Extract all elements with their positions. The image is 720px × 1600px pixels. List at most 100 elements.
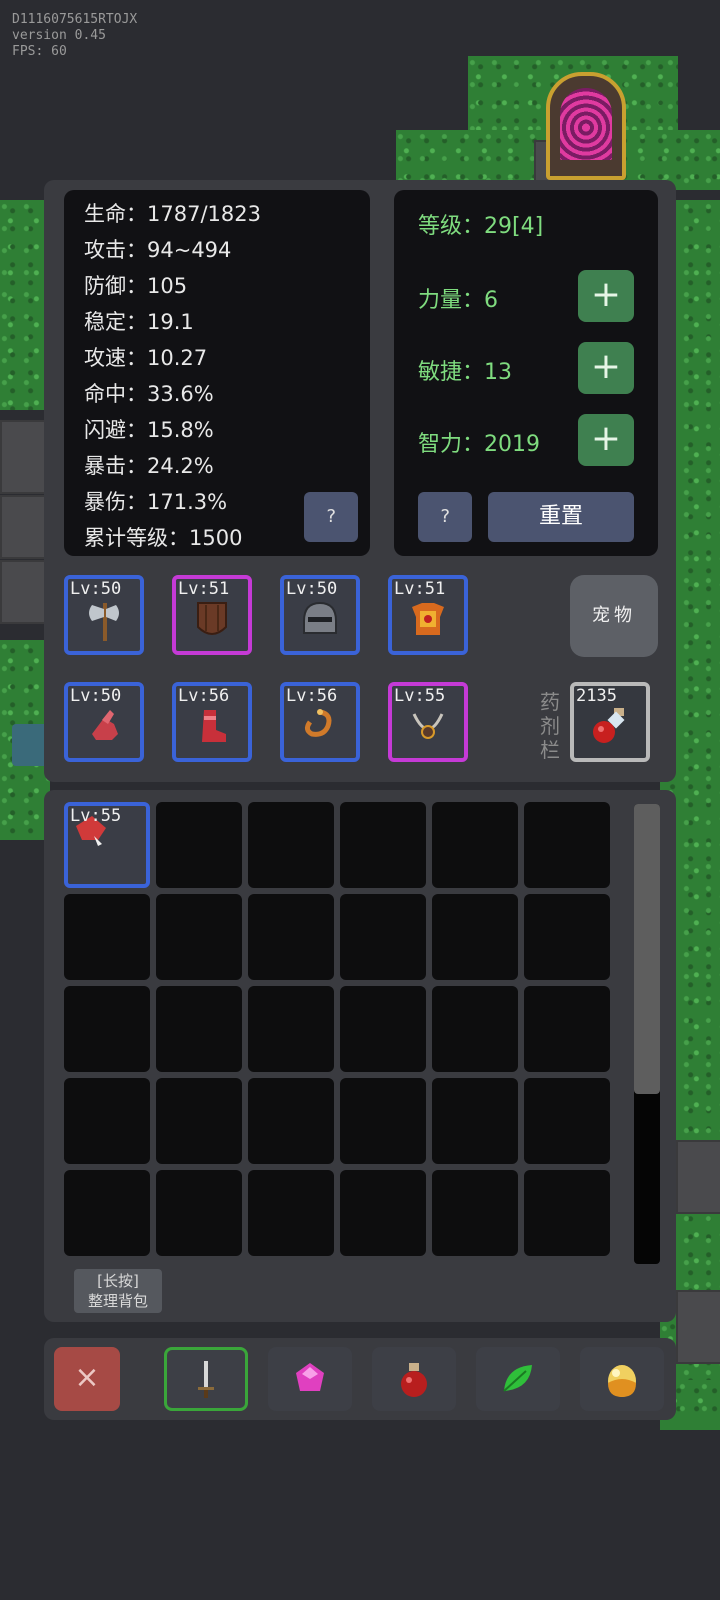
stat-label: 防御 xyxy=(84,274,126,298)
sort-hint: [长按] xyxy=(97,1272,139,1290)
stat-line: 闪避：15.8% xyxy=(84,418,214,442)
tab-sword[interactable] xyxy=(164,1347,248,1411)
inventory-slot[interactable] xyxy=(156,1078,242,1164)
inventory-slot[interactable] xyxy=(64,894,150,980)
tab-potion[interactable] xyxy=(372,1347,456,1411)
ring-icon xyxy=(304,709,332,738)
potion-bar-label: 药剂栏 xyxy=(540,690,560,762)
equipment-slot[interactable]: Lv:55 xyxy=(388,682,468,762)
grass-tile xyxy=(0,200,50,410)
inventory-slot[interactable] xyxy=(64,986,150,1072)
equipment-slot[interactable]: Lv:50 xyxy=(64,575,144,655)
equipment-slot[interactable]: Lv:56 xyxy=(280,682,360,762)
scrollbar-thumb[interactable] xyxy=(634,804,660,1094)
item-level: Lv:55 xyxy=(394,686,446,706)
intellect-plus-button[interactable]: + xyxy=(578,414,634,466)
gloves-icon xyxy=(92,710,118,741)
strength-value: 6 xyxy=(484,288,499,313)
stat-label: 稳定 xyxy=(84,310,126,334)
portal xyxy=(546,72,626,180)
inventory-slot[interactable] xyxy=(340,1170,426,1256)
potion-slot[interactable]: 2135 xyxy=(570,682,650,762)
inventory-slot[interactable] xyxy=(432,986,518,1072)
inventory-slot[interactable] xyxy=(340,1078,426,1164)
inventory-slot[interactable] xyxy=(524,986,610,1072)
level-label: 等级 xyxy=(418,214,463,239)
inventory-slot[interactable] xyxy=(432,802,518,888)
stat-value: 171.3% xyxy=(147,490,228,514)
equipment-slot[interactable]: Lv:56 xyxy=(172,682,252,762)
inventory-slot[interactable] xyxy=(248,802,334,888)
inventory-slot[interactable]: Lv:55 xyxy=(64,802,150,888)
inventory-slot[interactable] xyxy=(64,1078,150,1164)
potion-count: 2135 xyxy=(576,686,617,706)
item-level: Lv:55 xyxy=(70,806,122,826)
equipment-slot[interactable]: Lv:50 xyxy=(280,575,360,655)
tab-egg[interactable] xyxy=(580,1347,664,1411)
armor-icon xyxy=(412,603,444,636)
inventory-slot[interactable] xyxy=(524,1170,610,1256)
sort-bag-button[interactable]: [长按] 整理背包 xyxy=(74,1269,162,1313)
stone-tile xyxy=(0,495,48,559)
stats-help-button[interactable]: ? xyxy=(304,492,358,542)
stat-line: 命中：33.6% xyxy=(84,382,214,406)
stat-line: 暴击：24.2% xyxy=(84,454,214,478)
inventory-slot[interactable] xyxy=(432,894,518,980)
debug-id: D1116075615RTOJX xyxy=(12,12,138,27)
intellect-label: 智力 xyxy=(418,432,463,457)
equipment-slot[interactable]: Lv:50 xyxy=(64,682,144,762)
stone-tile xyxy=(676,1290,720,1364)
agility-plus-button[interactable]: + xyxy=(578,342,634,394)
stat-line: 暴伤：171.3% xyxy=(84,490,228,514)
equipment-slot[interactable]: Lv:51 xyxy=(388,575,468,655)
intellect-line: 智力：2019 xyxy=(418,432,541,457)
sword-icon xyxy=(198,1361,214,1398)
shield-icon xyxy=(197,602,227,636)
strength-label: 力量 xyxy=(418,288,463,313)
inventory-slot[interactable] xyxy=(156,802,242,888)
item-level: Lv:50 xyxy=(70,579,122,599)
inventory-slot[interactable] xyxy=(248,1170,334,1256)
attributes-help-button[interactable]: ? xyxy=(418,492,472,542)
debug-version: version 0.45 xyxy=(12,28,106,43)
inventory-slot[interactable] xyxy=(340,894,426,980)
inventory-slot[interactable] xyxy=(432,1078,518,1164)
stat-label: 攻速 xyxy=(84,346,126,370)
inventory-slot[interactable] xyxy=(64,1170,150,1256)
debug-info: D1116075615RTOJX version 0.45 FPS: 60 xyxy=(12,12,137,60)
inventory-slot[interactable] xyxy=(156,894,242,980)
inventory-slot[interactable] xyxy=(340,986,426,1072)
inventory-slot[interactable] xyxy=(524,894,610,980)
pet-button[interactable]: 宠物 xyxy=(570,575,658,657)
stat-line: 防御：105 xyxy=(84,274,188,298)
inventory-slot[interactable] xyxy=(524,1078,610,1164)
stat-line: 稳定：19.1 xyxy=(84,310,194,334)
agility-value: 13 xyxy=(484,360,513,385)
stat-label: 命中 xyxy=(84,382,126,406)
tab-leaf[interactable] xyxy=(476,1347,560,1411)
item-level: Lv:56 xyxy=(178,686,230,706)
axe-icon xyxy=(89,603,119,642)
red-potion-icon xyxy=(593,708,625,744)
inventory-slot[interactable] xyxy=(156,986,242,1072)
agility-label: 敏捷 xyxy=(418,360,463,385)
item-level: Lv:56 xyxy=(286,686,338,706)
inventory-slot[interactable] xyxy=(248,1078,334,1164)
gem-icon xyxy=(296,1363,324,1391)
close-button[interactable]: × xyxy=(54,1347,120,1411)
inventory-slot[interactable] xyxy=(156,1170,242,1256)
inventory-scrollbar[interactable] xyxy=(634,804,660,1264)
tab-gem[interactable] xyxy=(268,1347,352,1411)
level-value: 29[4] xyxy=(484,214,544,239)
item-level: Lv:51 xyxy=(394,579,446,599)
reset-button[interactable]: 重置 xyxy=(488,492,634,542)
stat-label: 累计等级 xyxy=(84,526,168,550)
inventory-slot[interactable] xyxy=(340,802,426,888)
helmet-icon xyxy=(303,602,337,635)
inventory-slot[interactable] xyxy=(248,894,334,980)
inventory-slot[interactable] xyxy=(248,986,334,1072)
strength-plus-button[interactable]: + xyxy=(578,270,634,322)
inventory-slot[interactable] xyxy=(524,802,610,888)
equipment-slot[interactable]: Lv:51 xyxy=(172,575,252,655)
inventory-slot[interactable] xyxy=(432,1170,518,1256)
